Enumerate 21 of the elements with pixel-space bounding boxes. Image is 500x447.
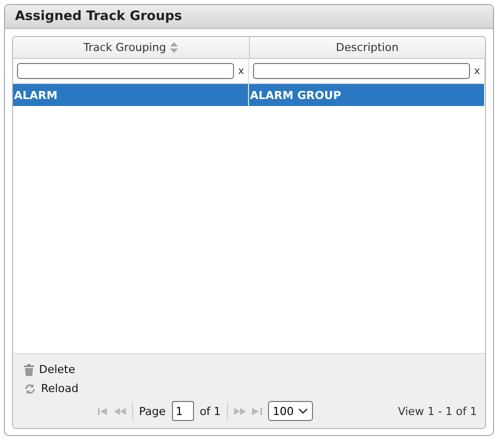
reload-button[interactable]: Reload xyxy=(24,379,78,398)
page-count: of 1 xyxy=(200,404,221,418)
trash-icon xyxy=(24,364,34,376)
column-header[interactable]: Track Grouping xyxy=(13,37,250,58)
delete-button[interactable]: Delete xyxy=(24,360,76,379)
page-label: Page xyxy=(139,404,166,418)
column-header-label: Track Grouping xyxy=(83,41,166,54)
table-cell: ALARM xyxy=(13,84,249,106)
table-cell: ALARM GROUP xyxy=(249,84,485,106)
chevron-down-icon xyxy=(298,408,308,414)
column-header[interactable]: Description xyxy=(250,37,485,58)
record-count: View 1 - 1 of 1 xyxy=(398,404,477,418)
clear-filter-button[interactable]: x xyxy=(474,66,480,76)
filter-field[interactable] xyxy=(17,63,234,79)
filter-field[interactable] xyxy=(253,63,470,79)
column-header-label: Description xyxy=(336,41,399,54)
refresh-icon xyxy=(24,382,36,394)
table-row[interactable]: ALARM ALARM GROUP xyxy=(13,84,485,106)
panel-title: Assigned Track Groups xyxy=(5,5,493,29)
clear-filter-button[interactable]: x xyxy=(238,66,244,76)
sort-icon xyxy=(170,42,178,53)
